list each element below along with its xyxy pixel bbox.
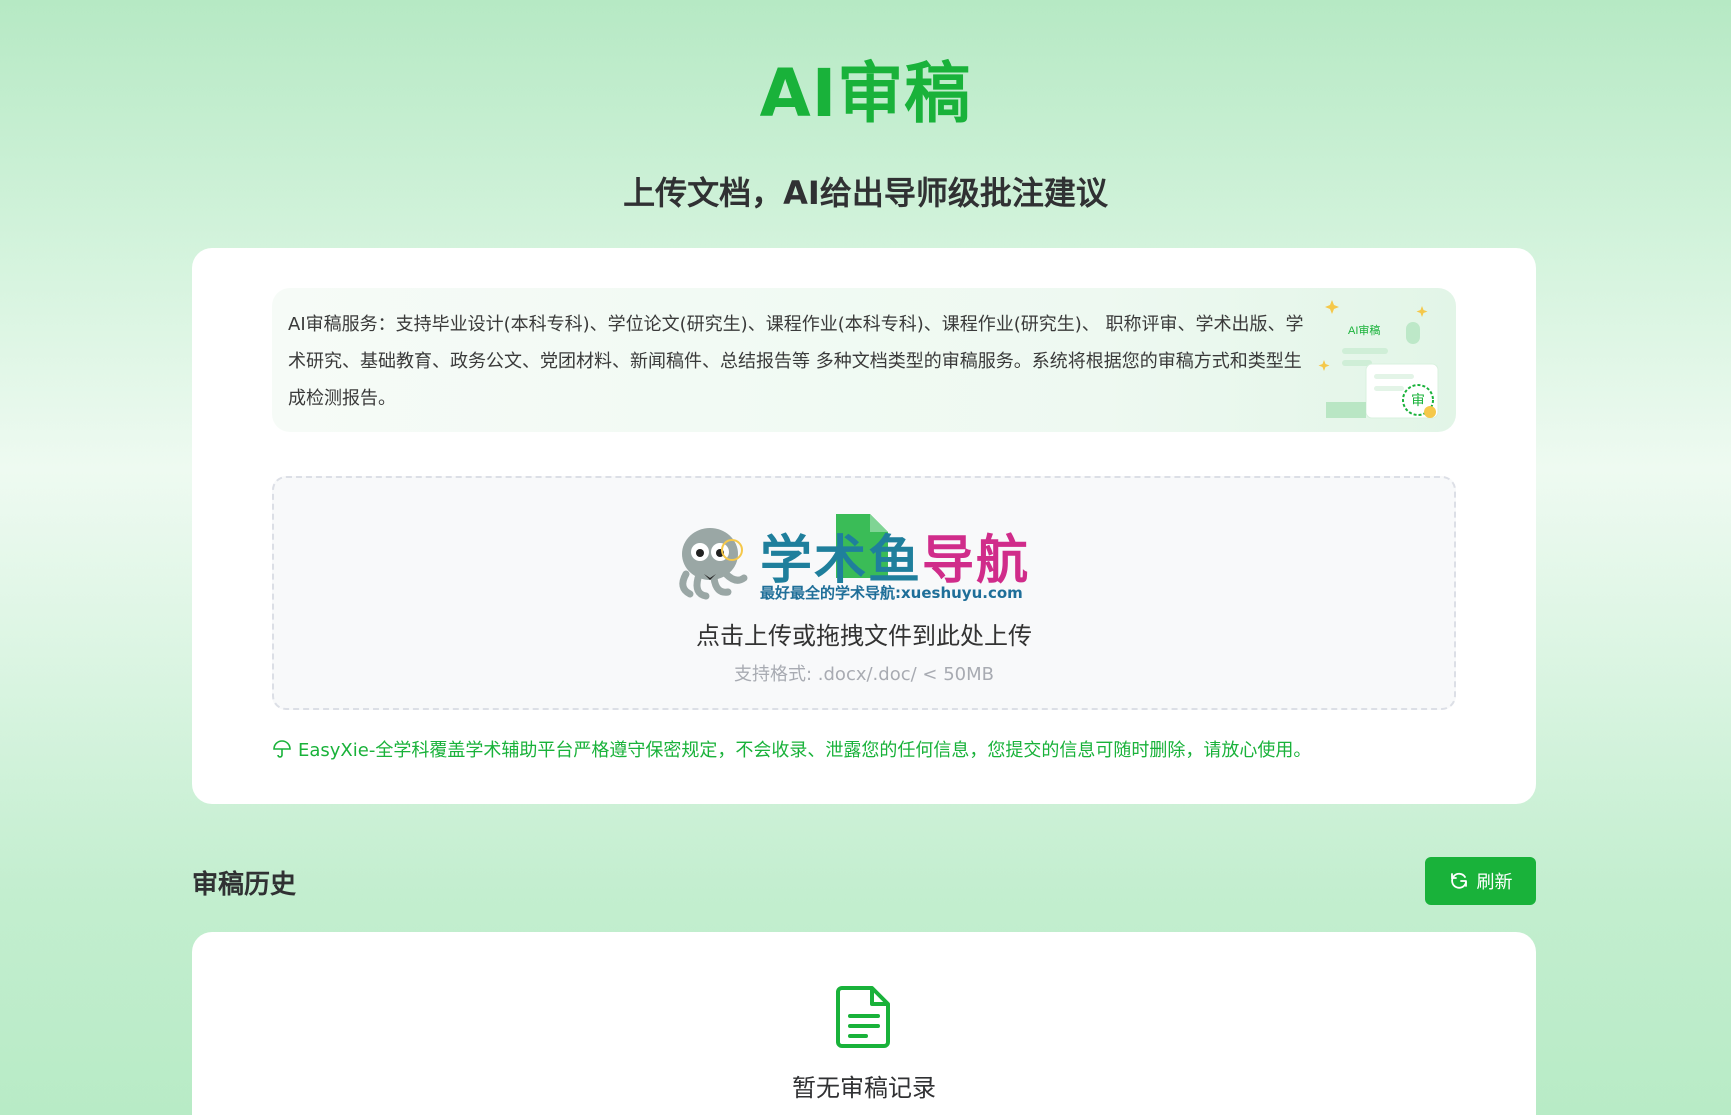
page-subtitle: 上传文档，AI给出导师级批注建议 bbox=[623, 174, 1108, 212]
upload-formats: 支持格式: .docx/.doc/ < 50MB bbox=[734, 664, 994, 685]
refresh-label: 刷新 bbox=[1476, 872, 1513, 893]
umbrella-icon bbox=[273, 740, 291, 758]
privacy-note: EasyXie-全学科覆盖学术辅助平台严格遵守保密规定，不会收录、泄露您的任何信… bbox=[272, 736, 1311, 762]
service-banner: AI审稿服务：支持毕业设计(本科专科)、学位论文(研究生)、课程作业(本科专科)… bbox=[272, 288, 1456, 432]
service-description: AI审稿服务：支持毕业设计(本科专科)、学位论文(研究生)、课程作业(本科专科)… bbox=[288, 314, 1304, 409]
page-title: AI审稿 bbox=[759, 55, 972, 132]
refresh-button[interactable]: 刷新 bbox=[1425, 857, 1536, 905]
upload-card: AI审稿服务：支持毕业设计(本科专科)、学位论文(研究生)、课程作业(本科专科)… bbox=[192, 248, 1536, 804]
illustration-seal: 审 bbox=[1411, 393, 1425, 409]
empty-document-icon bbox=[836, 986, 890, 1048]
empty-history-text: 暂无审稿记录 bbox=[792, 1074, 936, 1102]
watermark-overlay: 学术鱼导航 最好最全的学术导航:xueshuyu.com bbox=[674, 514, 1034, 608]
upload-dropzone[interactable]: 学术鱼导航 最好最全的学术导航:xueshuyu.com 点击上传或拖拽文件到此… bbox=[272, 476, 1456, 710]
ai-review-illustration: AI审稿 审 bbox=[1318, 300, 1439, 419]
refresh-icon bbox=[1450, 872, 1467, 889]
history-title: 审稿历史 bbox=[192, 870, 297, 900]
privacy-note-text: EasyXie-全学科覆盖学术辅助平台严格遵守保密规定，不会收录、泄露您的任何信… bbox=[298, 740, 1312, 761]
illustration-label: AI审稿 bbox=[1348, 323, 1380, 337]
octopus-mascot-icon bbox=[679, 528, 748, 600]
upload-prompt: 点击上传或拖拽文件到此处上传 bbox=[696, 622, 1032, 650]
watermark-subtitle: 最好最全的学术导航:xueshuyu.com bbox=[760, 584, 1023, 602]
history-card: 暂无审稿记录 bbox=[192, 932, 1536, 1115]
